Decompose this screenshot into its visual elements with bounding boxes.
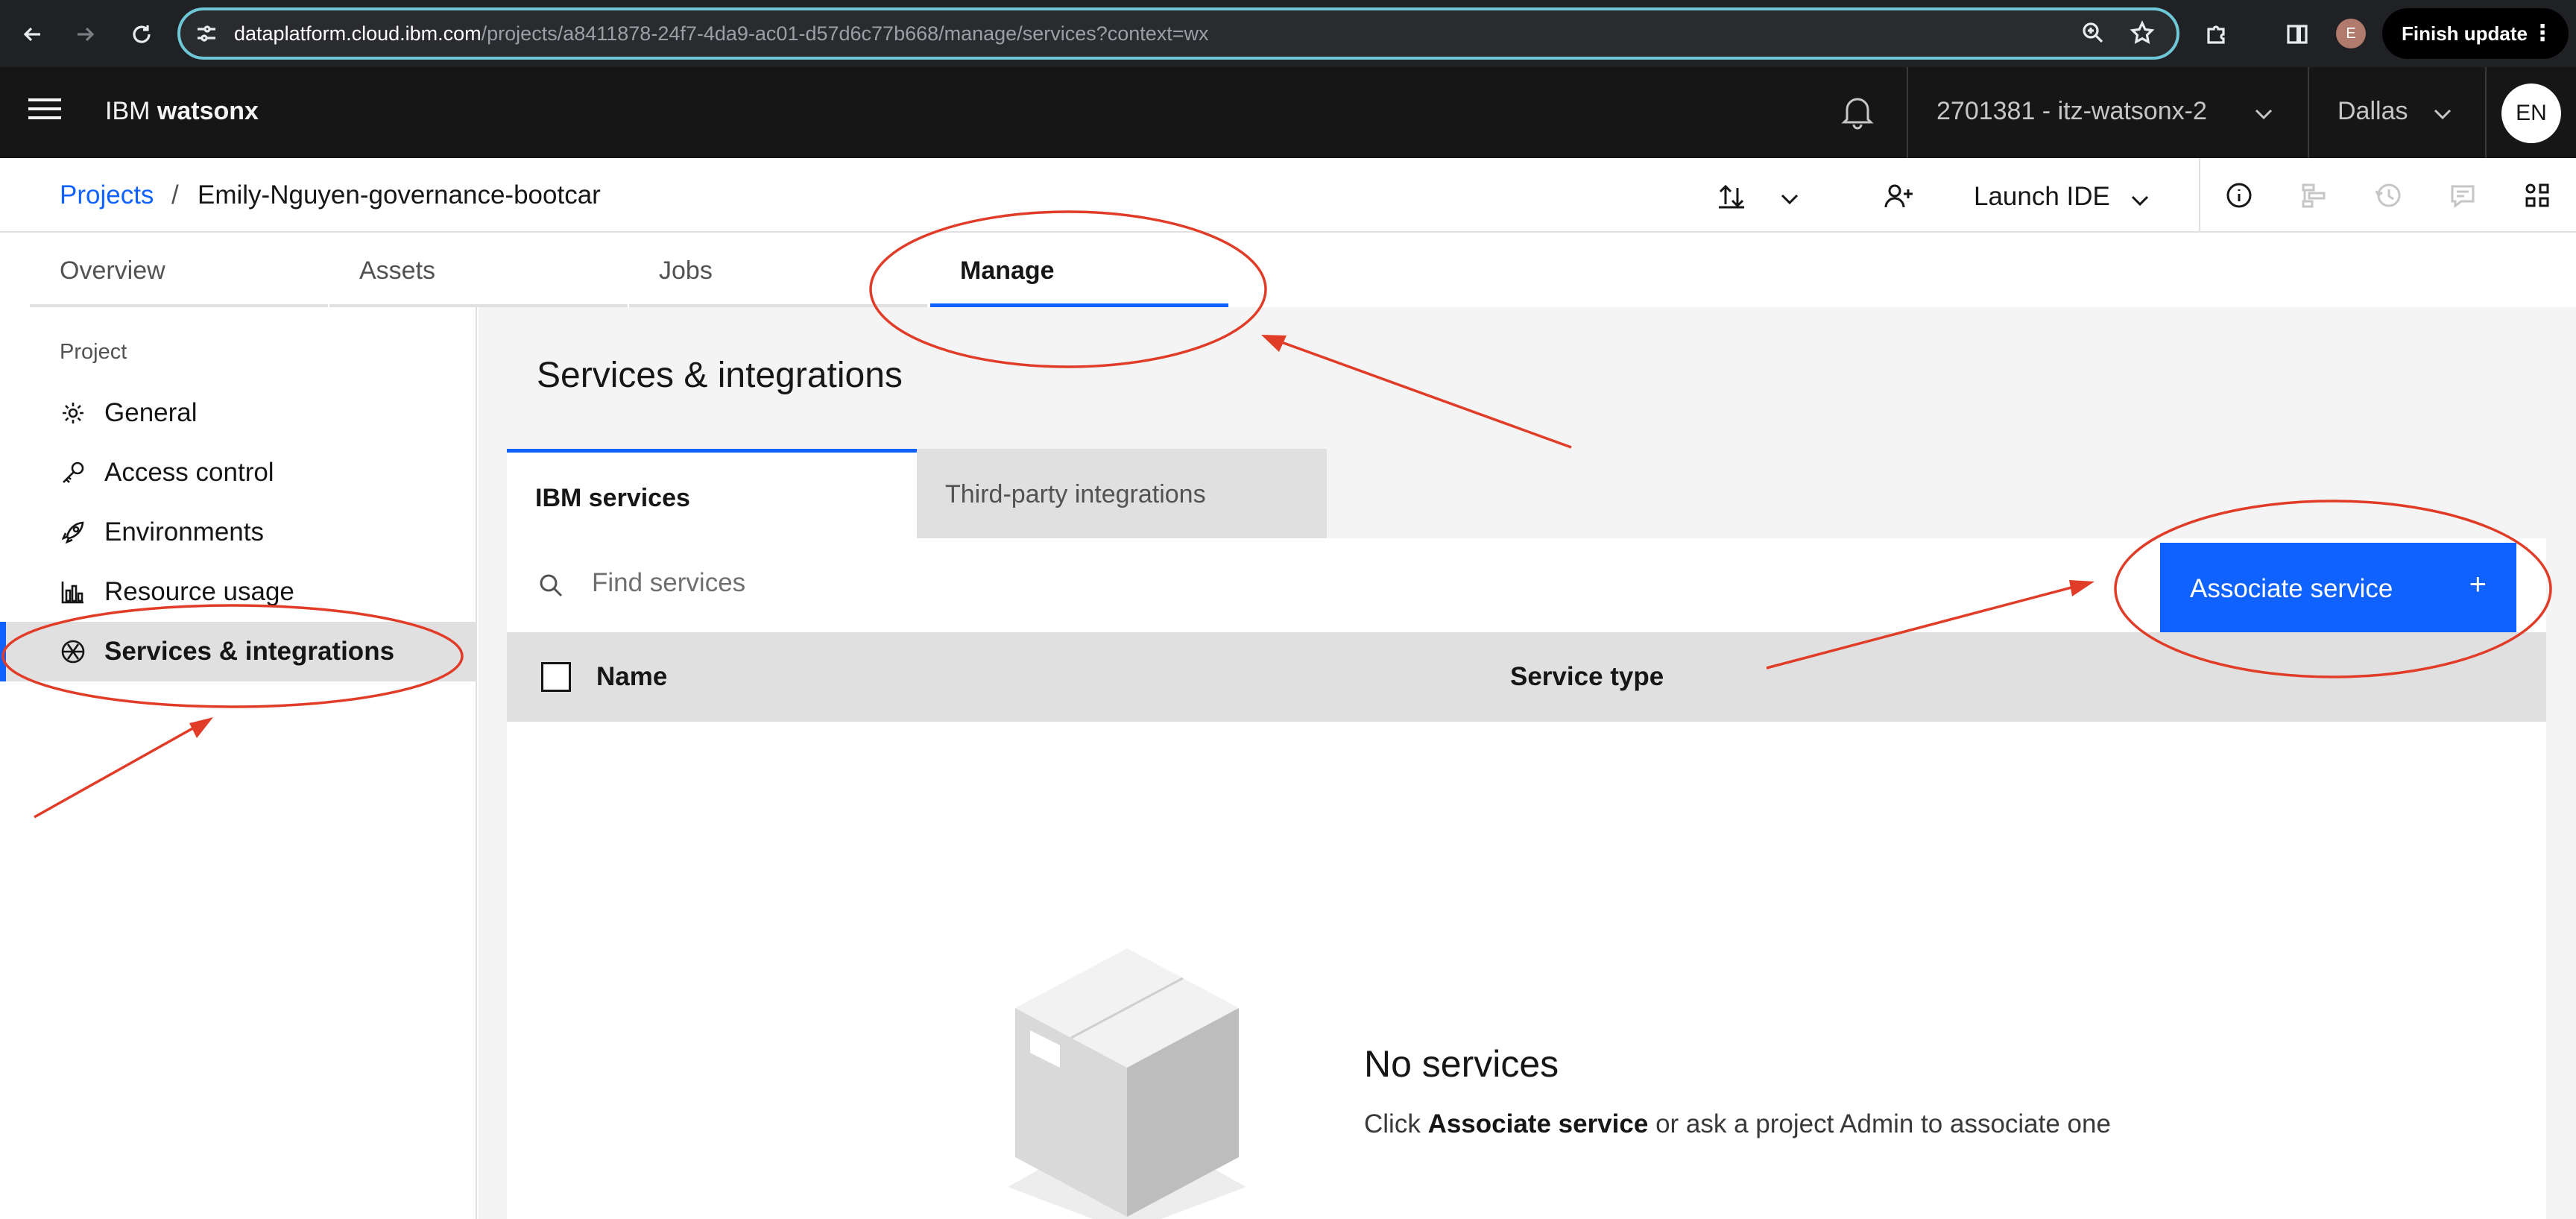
tab-ibm-services[interactable]: IBM services xyxy=(507,449,917,538)
column-header-service-type[interactable]: Service type xyxy=(1510,662,1664,692)
breadcrumb-bar: Projects / Emily-Nguyen-governance-bootc… xyxy=(0,158,2576,233)
sidebar-item-label: Services & integrations xyxy=(104,637,395,666)
puzzle-icon xyxy=(2207,25,2225,44)
tab-assets[interactable]: Assets xyxy=(329,234,628,307)
bookmark-star-icon[interactable] xyxy=(2129,19,2156,46)
app-header: IBM watsonx 2701381 - itz-watsonx-2 Dall… xyxy=(0,67,2576,158)
side-panel-icon xyxy=(2287,25,2308,44)
sidebar-item-label: Environments xyxy=(104,517,264,546)
sidebar-item-services-integrations[interactable]: Services & integrations xyxy=(0,622,476,681)
info-icon[interactable] xyxy=(2224,180,2254,210)
empty-box-icon xyxy=(1008,948,1246,1219)
page-title: Services & integrations xyxy=(537,356,903,395)
tab-overview[interactable]: Overview xyxy=(30,234,328,307)
brand-name[interactable]: IBM watsonx xyxy=(105,97,259,126)
bar-chart-icon xyxy=(61,582,83,604)
chevron-down-icon[interactable] xyxy=(1778,188,1801,210)
gear-icon xyxy=(63,403,83,423)
hamburger-menu-icon[interactable] xyxy=(28,98,61,125)
account-switcher[interactable]: 2701381 - itz-watsonx-2 xyxy=(1936,97,2207,126)
breadcrumb-current-project: Emily-Nguyen-governance-bootcar xyxy=(198,180,601,210)
reload-button[interactable] xyxy=(121,13,162,55)
browser-chrome: dataplatform.cloud.ibm.com/projects/a841… xyxy=(0,0,2576,67)
main-content: Services & integrations IBM services Thi… xyxy=(479,307,2576,1219)
region-switcher[interactable]: Dallas xyxy=(2337,97,2408,126)
sidebar-item-label: Access control xyxy=(104,458,274,487)
back-arrow-icon xyxy=(23,27,40,42)
browser-profile-avatar[interactable]: E xyxy=(2336,19,2366,48)
search-input[interactable] xyxy=(592,568,1784,598)
empty-state-description: Click Associate service or ask a project… xyxy=(1364,1109,2111,1138)
apps-icon[interactable] xyxy=(2522,180,2552,210)
add-collaborator-icon[interactable] xyxy=(1883,180,1916,213)
rocket-icon xyxy=(61,521,84,544)
chevron-down-icon[interactable] xyxy=(2129,189,2151,212)
extensions-button[interactable] xyxy=(2196,13,2238,55)
tab-jobs[interactable]: Jobs xyxy=(629,234,927,307)
sidebar-item-resource-usage[interactable]: Resource usage xyxy=(0,562,476,622)
search-icon xyxy=(540,574,563,597)
back-button[interactable] xyxy=(12,13,54,55)
associate-service-button[interactable]: Associate service + xyxy=(2160,543,2516,632)
zoom-icon[interactable] xyxy=(2080,19,2106,46)
column-header-name[interactable]: Name xyxy=(596,662,667,692)
sidebar-item-environments[interactable]: Environments xyxy=(0,503,476,562)
site-settings-icon[interactable] xyxy=(194,21,219,46)
key-icon xyxy=(63,462,84,483)
forward-arrow-icon xyxy=(78,27,95,42)
url-text: dataplatform.cloud.ibm.com/projects/a841… xyxy=(234,22,1209,45)
empty-state-title: No services xyxy=(1364,1043,1559,1085)
import-export-icon[interactable] xyxy=(1716,180,1747,212)
nav-heading: Project xyxy=(60,340,127,364)
sidebar-item-general[interactable]: General xyxy=(0,383,476,443)
history-icon[interactable] xyxy=(2373,180,2403,210)
select-all-checkbox[interactable] xyxy=(541,662,571,692)
launch-ide-button[interactable]: Launch IDE xyxy=(1974,182,2110,212)
address-bar[interactable]: dataplatform.cloud.ibm.com/projects/a841… xyxy=(177,7,2179,60)
more-vertical-icon: ⋮ xyxy=(2531,21,2554,45)
table-body-empty-state: No services Click Associate service or a… xyxy=(507,722,2546,1219)
side-panel-button[interactable] xyxy=(2276,13,2318,55)
forward-button[interactable] xyxy=(64,13,106,55)
table-header: Name Service type xyxy=(507,632,2546,722)
sidebar-item-access-control[interactable]: Access control xyxy=(0,443,476,503)
finish-update-button[interactable]: Finish update ⋮ xyxy=(2382,8,2569,59)
associate-service-label: Associate service xyxy=(2190,574,2393,603)
breadcrumb-separator: / xyxy=(171,180,179,210)
sidebar-item-label: Resource usage xyxy=(104,577,294,606)
reload-icon xyxy=(133,25,151,43)
chevron-down-icon xyxy=(2255,109,2273,120)
sidebar-item-label: General xyxy=(104,398,198,427)
services-icon xyxy=(61,640,85,664)
user-avatar[interactable]: EN xyxy=(2501,84,2561,143)
chevron-down-icon xyxy=(2434,109,2452,120)
notification-bell-icon[interactable] xyxy=(1835,89,1880,134)
breadcrumb-projects-link[interactable]: Projects xyxy=(60,180,154,210)
tab-manage[interactable]: Manage xyxy=(930,234,1228,307)
comments-icon[interactable] xyxy=(2448,180,2478,210)
add-icon: + xyxy=(2469,568,2487,601)
lineage-icon[interactable] xyxy=(2299,180,2329,210)
project-tabs: Overview Assets Jobs Manage xyxy=(0,234,2576,307)
tab-third-party-integrations[interactable]: Third-party integrations xyxy=(917,449,1327,538)
manage-side-nav: Project General Access control Environme… xyxy=(0,307,477,1219)
